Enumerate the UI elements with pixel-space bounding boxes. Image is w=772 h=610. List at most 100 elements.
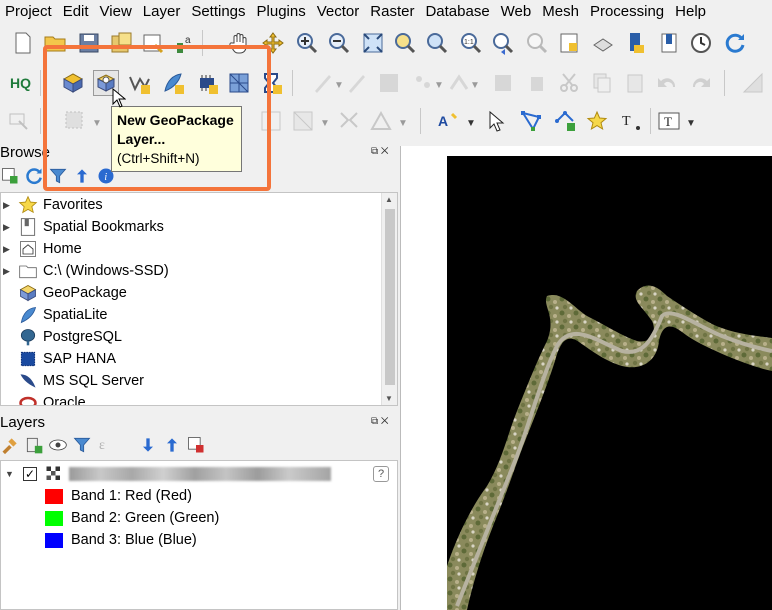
dropdown-arrow-icon[interactable]: ▼ bbox=[320, 118, 330, 129]
map-frame bbox=[400, 146, 772, 156]
collapse-all-icon[interactable] bbox=[162, 434, 182, 456]
toggle-editing-icon[interactable] bbox=[344, 70, 370, 96]
zoom-next-icon[interactable] bbox=[524, 30, 550, 56]
hq-plugin-icon[interactable]: HQ bbox=[8, 70, 34, 96]
snapping-icon[interactable] bbox=[6, 108, 32, 134]
menu-plugins[interactable]: Plugins bbox=[253, 0, 313, 24]
menu-raster[interactable]: Raster bbox=[366, 0, 421, 24]
expand-arrow-icon[interactable]: ▶ bbox=[3, 266, 17, 277]
zoom-native-icon[interactable]: 1:1 bbox=[458, 30, 484, 56]
undo-icon[interactable] bbox=[654, 70, 680, 96]
split-features-icon[interactable] bbox=[336, 108, 362, 134]
scroll-thumb[interactable] bbox=[385, 209, 395, 385]
expand-arrow-icon[interactable]: ▶ bbox=[3, 222, 17, 233]
scroll-down-icon[interactable]: ▼ bbox=[385, 394, 393, 403]
add-group-icon[interactable] bbox=[24, 434, 44, 456]
measure-icon[interactable] bbox=[740, 70, 766, 96]
dropdown-arrow-icon[interactable]: ▼ bbox=[334, 80, 344, 91]
node-tool-icon[interactable] bbox=[518, 108, 544, 134]
expand-arrow-icon[interactable]: ▶ bbox=[3, 200, 17, 211]
text-box-icon[interactable]: T bbox=[656, 108, 682, 134]
digitize-icon[interactable] bbox=[410, 70, 436, 96]
visibility-eye-icon[interactable] bbox=[48, 434, 68, 456]
tree-item-spatial-bookmarks[interactable]: ▶ Spatial Bookmarks bbox=[3, 216, 164, 238]
panel-float-close-icon[interactable]: ⧉ ✕ bbox=[371, 416, 389, 427]
tree-item-mssql[interactable]: MS SQL Server bbox=[7, 370, 144, 392]
refresh-browser-icon[interactable] bbox=[24, 165, 44, 187]
new-3d-map-icon[interactable] bbox=[590, 30, 616, 56]
tree-item-c-drive[interactable]: ▶ C:\ (Windows-SSD) bbox=[3, 260, 169, 282]
tree-item-favorites[interactable]: ▶ Favorites bbox=[3, 194, 103, 216]
label-tool-icon[interactable]: A bbox=[436, 108, 462, 134]
tree-item-geopackage[interactable]: GeoPackage bbox=[7, 282, 127, 304]
svg-text:ε: ε bbox=[99, 438, 105, 453]
zoom-last-icon[interactable] bbox=[490, 30, 516, 56]
browser-scrollbar[interactable]: ▲ ▼ bbox=[381, 193, 397, 405]
layer-help-icon[interactable]: ? bbox=[373, 466, 389, 482]
dropdown-arrow-icon[interactable]: ▼ bbox=[398, 118, 408, 129]
map-frame bbox=[400, 146, 447, 610]
redo-icon[interactable] bbox=[688, 70, 714, 96]
delete-selected-icon[interactable] bbox=[524, 70, 550, 96]
bookmark-new-icon[interactable] bbox=[622, 30, 648, 56]
tree-item-oracle[interactable]: Oracle bbox=[7, 392, 86, 405]
filter-legend-icon[interactable] bbox=[72, 434, 92, 456]
temporal-clock-icon[interactable] bbox=[688, 30, 714, 56]
layer-styling-icon[interactable] bbox=[0, 434, 20, 456]
new-map-view-icon[interactable] bbox=[556, 30, 582, 56]
menu-layer[interactable]: Layer bbox=[139, 0, 188, 24]
panel-float-close-icon[interactable]: ⧉ ✕ bbox=[371, 146, 389, 157]
zoom-to-layer-icon[interactable] bbox=[424, 30, 450, 56]
menu-vector[interactable]: Vector bbox=[313, 0, 367, 24]
favorite-star-icon[interactable] bbox=[584, 108, 610, 134]
map-canvas[interactable] bbox=[447, 156, 772, 610]
menu-view[interactable]: View bbox=[96, 0, 139, 24]
save-edits-icon[interactable] bbox=[376, 70, 402, 96]
menu-project[interactable]: Project bbox=[0, 0, 59, 24]
expand-all-icon[interactable] bbox=[138, 434, 158, 456]
vertex-tool-icon[interactable] bbox=[446, 70, 472, 96]
layer-visibility-checkbox[interactable]: ✓ bbox=[23, 467, 37, 481]
band-row: Band 1: Red (Red) bbox=[45, 485, 192, 507]
expand-arrow-icon[interactable]: ▶ bbox=[3, 244, 17, 255]
modify-attributes-icon[interactable] bbox=[490, 70, 516, 96]
node-tool-add-icon[interactable] bbox=[552, 108, 578, 134]
menu-processing[interactable]: Processing bbox=[586, 0, 671, 24]
menu-help[interactable]: Help bbox=[671, 0, 713, 24]
zoom-full-icon[interactable] bbox=[360, 30, 386, 56]
text-annotation-icon[interactable]: T bbox=[618, 108, 644, 134]
filter-expression-icon[interactable]: ε bbox=[96, 434, 120, 456]
layer-row-raster[interactable]: ▼ ✓ ? bbox=[5, 463, 389, 485]
new-project-icon[interactable] bbox=[10, 30, 36, 56]
cut-features-icon[interactable] bbox=[556, 70, 582, 96]
menu-web[interactable]: Web bbox=[497, 0, 539, 24]
collapse-arrow-icon[interactable]: ▼ bbox=[5, 469, 19, 479]
show-bookmarks-icon[interactable] bbox=[656, 30, 682, 56]
add-selected-layers-icon[interactable] bbox=[0, 165, 20, 187]
refresh-icon[interactable] bbox=[722, 30, 748, 56]
menu-settings[interactable]: Settings bbox=[187, 0, 252, 24]
dropdown-arrow-icon[interactable]: ▼ bbox=[686, 118, 696, 129]
menu-database[interactable]: Database bbox=[421, 0, 496, 24]
menu-edit[interactable]: Edit bbox=[59, 0, 96, 24]
zoom-in-icon[interactable] bbox=[294, 30, 320, 56]
dropdown-arrow-icon[interactable]: ▼ bbox=[470, 80, 480, 91]
shape-digitize-icon[interactable] bbox=[290, 108, 316, 134]
dropdown-arrow-icon[interactable]: ▼ bbox=[434, 80, 444, 91]
tree-item-home[interactable]: ▶ Home bbox=[3, 238, 82, 260]
tree-item-sap-hana[interactable]: SAP HANA bbox=[7, 348, 116, 370]
identify-cursor-icon[interactable] bbox=[484, 108, 510, 134]
reshape-features-icon[interactable] bbox=[368, 108, 394, 134]
tree-item-postgresql[interactable]: PostgreSQL bbox=[7, 326, 122, 348]
remove-layer-icon[interactable] bbox=[186, 434, 206, 456]
paste-features-icon[interactable] bbox=[622, 70, 648, 96]
dropdown-arrow-icon[interactable]: ▼ bbox=[466, 118, 476, 129]
current-edits-icon[interactable] bbox=[310, 70, 336, 96]
copy-features-icon[interactable] bbox=[588, 70, 614, 96]
scroll-up-icon[interactable]: ▲ bbox=[385, 195, 393, 204]
geopackage-icon bbox=[17, 283, 39, 303]
zoom-out-icon[interactable] bbox=[326, 30, 352, 56]
zoom-to-selection-icon[interactable] bbox=[392, 30, 418, 56]
menu-mesh[interactable]: Mesh bbox=[538, 0, 586, 24]
tree-item-spatialite[interactable]: SpatiaLite bbox=[7, 304, 108, 326]
